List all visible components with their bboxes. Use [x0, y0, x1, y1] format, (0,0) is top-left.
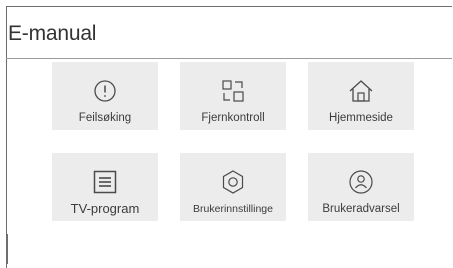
frame-edge: [1, 234, 8, 264]
tile-label: Brukerinnstillinge: [193, 203, 273, 215]
tile-tv-program[interactable]: TV-program: [52, 153, 158, 221]
home-icon: [348, 78, 374, 104]
list-icon: [92, 169, 118, 195]
tile-user-warning[interactable]: Brukeradvarsel: [308, 153, 414, 221]
tile-user-settings[interactable]: Brukerinnstillinge: [180, 153, 286, 221]
tile-troubleshooting[interactable]: Feilsøking: [52, 62, 158, 130]
remote-grid-icon: [220, 78, 246, 104]
tile-remote-control[interactable]: Fjernkontroll: [180, 62, 286, 130]
user-circle-icon: [348, 169, 374, 195]
page-title: E-manual: [8, 22, 97, 45]
tile-homepage[interactable]: Hjemmeside: [308, 62, 414, 130]
tile-label: Brukeradvarsel: [322, 203, 400, 215]
settings-hexagon-icon: [220, 169, 246, 195]
tile-label: Hjemmeside: [329, 112, 393, 124]
header-divider: [6, 58, 452, 59]
tile-label: Feilsøking: [78, 112, 132, 124]
tile-label: TV-program: [70, 201, 140, 216]
menu-grid: Feilsøking Fjernkontroll Hjemmeside TV-p…: [52, 62, 414, 221]
tile-label: Fjernkontroll: [201, 112, 265, 124]
exclamation-circle-icon: [92, 78, 118, 104]
